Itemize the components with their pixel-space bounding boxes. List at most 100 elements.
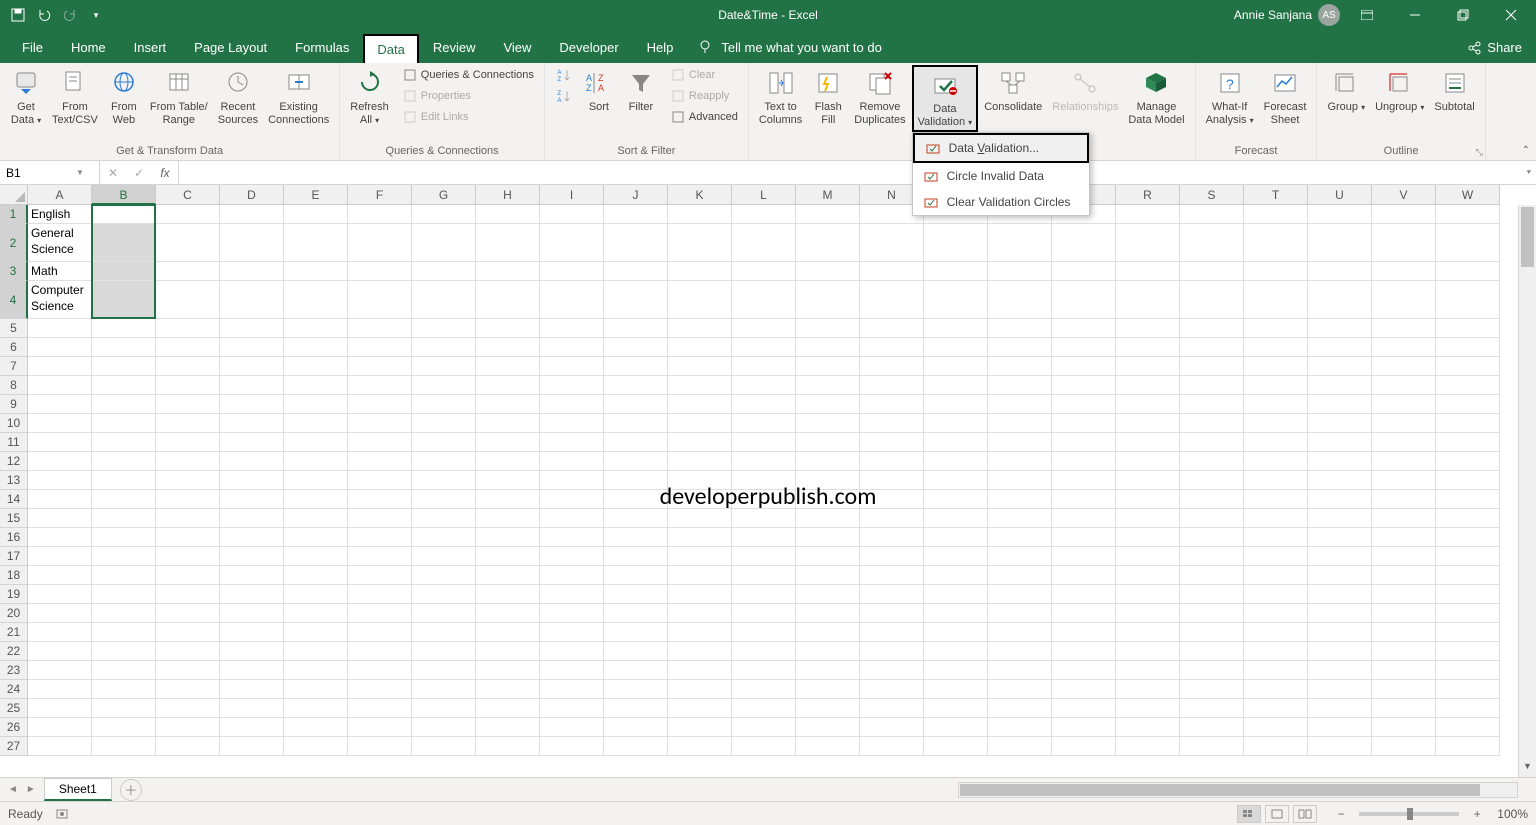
cell-P24[interactable] <box>988 680 1052 699</box>
zoom-out-button[interactable]: − <box>1333 807 1349 821</box>
flash-button[interactable]: FlashFill <box>808 65 848 128</box>
cell-A4[interactable]: Computer Science <box>28 281 92 319</box>
cell-V23[interactable] <box>1372 661 1436 680</box>
cell-D23[interactable] <box>220 661 284 680</box>
col-header-W[interactable]: W <box>1436 185 1500 205</box>
cell-B12[interactable] <box>92 452 156 471</box>
row-header-1[interactable]: 1 <box>0 205 28 224</box>
cell-C4[interactable] <box>156 281 220 319</box>
cell-F16[interactable] <box>348 528 412 547</box>
col-header-I[interactable]: I <box>540 185 604 205</box>
cell-J24[interactable] <box>604 680 668 699</box>
cell-V19[interactable] <box>1372 585 1436 604</box>
cell-F1[interactable] <box>348 205 412 224</box>
cell-F18[interactable] <box>348 566 412 585</box>
cell-C1[interactable] <box>156 205 220 224</box>
cell-Q2[interactable] <box>1052 224 1116 262</box>
cell-P3[interactable] <box>988 262 1052 281</box>
cell-G14[interactable] <box>412 490 476 509</box>
cell-K1[interactable] <box>668 205 732 224</box>
cell-S18[interactable] <box>1180 566 1244 585</box>
cell-E15[interactable] <box>284 509 348 528</box>
cell-K15[interactable] <box>668 509 732 528</box>
sort-button[interactable]: AZZASort <box>579 65 619 116</box>
cell-S9[interactable] <box>1180 395 1244 414</box>
cell-I24[interactable] <box>540 680 604 699</box>
row-header-2[interactable]: 2 <box>0 224 28 262</box>
cell-E13[interactable] <box>284 471 348 490</box>
cell-V14[interactable] <box>1372 490 1436 509</box>
cell-D15[interactable] <box>220 509 284 528</box>
cell-O15[interactable] <box>924 509 988 528</box>
cell-Q8[interactable] <box>1052 376 1116 395</box>
name-box-dropdown-icon[interactable]: ▼ <box>76 168 84 177</box>
cell-T3[interactable] <box>1244 262 1308 281</box>
row-header-11[interactable]: 11 <box>0 433 28 452</box>
cell-U15[interactable] <box>1308 509 1372 528</box>
ribbon-display-options-icon[interactable] <box>1346 0 1388 30</box>
cell-N21[interactable] <box>860 623 924 642</box>
cell-F15[interactable] <box>348 509 412 528</box>
cell-O2[interactable] <box>924 224 988 262</box>
cell-S27[interactable] <box>1180 737 1244 756</box>
row-header-12[interactable]: 12 <box>0 452 28 471</box>
macro-record-icon[interactable] <box>55 807 69 821</box>
cell-W10[interactable] <box>1436 414 1500 433</box>
cell-O25[interactable] <box>924 699 988 718</box>
cell-E14[interactable] <box>284 490 348 509</box>
cell-B15[interactable] <box>92 509 156 528</box>
cell-G3[interactable] <box>412 262 476 281</box>
cell-R1[interactable] <box>1116 205 1180 224</box>
cell-U24[interactable] <box>1308 680 1372 699</box>
cell-Q4[interactable] <box>1052 281 1116 319</box>
cell-I12[interactable] <box>540 452 604 471</box>
cell-R5[interactable] <box>1116 319 1180 338</box>
cell-F8[interactable] <box>348 376 412 395</box>
cell-A10[interactable] <box>28 414 92 433</box>
formula-bar[interactable]: ⯆ <box>179 161 1536 184</box>
cell-A21[interactable] <box>28 623 92 642</box>
cell-Q13[interactable] <box>1052 471 1116 490</box>
sheet-nav[interactable]: ◄ ► <box>0 784 44 795</box>
cell-K11[interactable] <box>668 433 732 452</box>
cell-G18[interactable] <box>412 566 476 585</box>
cell-D2[interactable] <box>220 224 284 262</box>
cell-U2[interactable] <box>1308 224 1372 262</box>
cell-G20[interactable] <box>412 604 476 623</box>
cell-N3[interactable] <box>860 262 924 281</box>
row-header-21[interactable]: 21 <box>0 623 28 642</box>
cell-U10[interactable] <box>1308 414 1372 433</box>
col-header-T[interactable]: T <box>1244 185 1308 205</box>
cell-M1[interactable] <box>796 205 860 224</box>
cell-C2[interactable] <box>156 224 220 262</box>
cell-J9[interactable] <box>604 395 668 414</box>
cell-C22[interactable] <box>156 642 220 661</box>
cell-U11[interactable] <box>1308 433 1372 452</box>
cell-U8[interactable] <box>1308 376 1372 395</box>
cell-E9[interactable] <box>284 395 348 414</box>
cell-V4[interactable] <box>1372 281 1436 319</box>
cell-H22[interactable] <box>476 642 540 661</box>
col-header-K[interactable]: K <box>668 185 732 205</box>
cell-U17[interactable] <box>1308 547 1372 566</box>
cell-H2[interactable] <box>476 224 540 262</box>
cell-P5[interactable] <box>988 319 1052 338</box>
cell-M23[interactable] <box>796 661 860 680</box>
cell-R14[interactable] <box>1116 490 1180 509</box>
cell-M16[interactable] <box>796 528 860 547</box>
cell-Q6[interactable] <box>1052 338 1116 357</box>
cell-R27[interactable] <box>1116 737 1180 756</box>
group-button[interactable]: Group ▾ <box>1323 65 1369 116</box>
cell-T23[interactable] <box>1244 661 1308 680</box>
cell-M18[interactable] <box>796 566 860 585</box>
cell-G11[interactable] <box>412 433 476 452</box>
cell-L22[interactable] <box>732 642 796 661</box>
cell-O7[interactable] <box>924 357 988 376</box>
col-header-H[interactable]: H <box>476 185 540 205</box>
row-header-17[interactable]: 17 <box>0 547 28 566</box>
col-header-L[interactable]: L <box>732 185 796 205</box>
cell-D5[interactable] <box>220 319 284 338</box>
cell-A11[interactable] <box>28 433 92 452</box>
normal-view-button[interactable] <box>1237 805 1261 823</box>
cell-I23[interactable] <box>540 661 604 680</box>
